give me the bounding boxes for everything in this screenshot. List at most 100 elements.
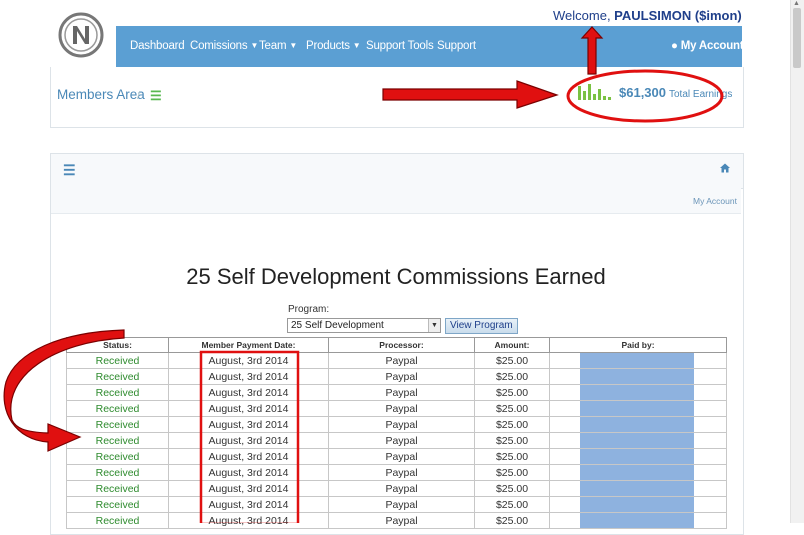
- welcome-text: Welcome, PAULSIMON ($imon): [553, 8, 742, 23]
- column-header: Amount:: [474, 337, 550, 353]
- paid-by-cell: [549, 416, 727, 433]
- caret-down-icon: ▼: [289, 41, 298, 50]
- paid-by-cell: [549, 496, 727, 513]
- status-cell: Received: [66, 400, 169, 417]
- welcome-username[interactable]: PAULSIMON ($imon): [614, 8, 742, 23]
- nav-label: My Account: [680, 40, 744, 52]
- paid-by-cell: [549, 512, 727, 529]
- payment-date-cell: August, 3rd 2014: [168, 400, 329, 417]
- table-row: Received August, 3rd 2014 Paypal $25.00: [66, 496, 727, 513]
- table-row: Received August, 3rd 2014 Paypal $25.00: [66, 368, 727, 385]
- amount-cell: $25.00: [474, 464, 550, 481]
- status-cell: Received: [66, 480, 169, 497]
- nav-label: Dashboard: [130, 40, 185, 52]
- table-row: Received August, 3rd 2014 Paypal $25.00: [66, 480, 727, 497]
- amount-cell: $25.00: [474, 496, 550, 513]
- sparkline-icon: [578, 82, 611, 100]
- nav-team[interactable]: Team ▼: [259, 40, 297, 52]
- paid-by-redacted: [580, 481, 694, 496]
- paid-by-redacted: [580, 369, 694, 384]
- paid-by-redacted: [580, 401, 694, 416]
- list-icon[interactable]: ☰: [150, 88, 162, 104]
- nav-support[interactable]: Support: [437, 40, 476, 52]
- nav-label: Team: [259, 40, 287, 52]
- scrollbar-thumb[interactable]: [793, 8, 801, 68]
- amount-cell: $25.00: [474, 400, 550, 417]
- amount-cell: $25.00: [474, 384, 550, 401]
- table-row: Received August, 3rd 2014 Paypal $25.00: [66, 464, 727, 481]
- processor-cell: Paypal: [328, 496, 475, 513]
- nav-my-account[interactable]: ● My Account ▼: [671, 40, 754, 52]
- processor-cell: Paypal: [328, 480, 475, 497]
- nav-products[interactable]: Products ▼: [306, 40, 361, 52]
- program-selected-value: 25 Self Development: [291, 320, 384, 331]
- table-row: Received August, 3rd 2014 Paypal $25.00: [66, 416, 727, 433]
- scroll-up-icon[interactable]: ▲: [793, 0, 800, 7]
- nav-label: Products: [306, 40, 350, 52]
- processor-cell: Paypal: [328, 416, 475, 433]
- amount-cell: $25.00: [474, 416, 550, 433]
- table-row: Received August, 3rd 2014 Paypal $25.00: [66, 384, 727, 401]
- amount-cell: $25.00: [474, 352, 550, 369]
- status-cell: Received: [66, 432, 169, 449]
- payment-date-cell: August, 3rd 2014: [168, 352, 329, 369]
- paid-by-cell: [549, 480, 727, 497]
- payment-date-cell: August, 3rd 2014: [168, 480, 329, 497]
- paid-by-redacted: [580, 417, 694, 432]
- site-logo[interactable]: [57, 6, 105, 64]
- nav-comissions[interactable]: Comissions ▼: [190, 40, 258, 52]
- amount-cell: $25.00: [474, 368, 550, 385]
- payment-date-cell: August, 3rd 2014: [168, 512, 329, 529]
- amount-cell: $25.00: [474, 448, 550, 465]
- column-header: Paid by:: [549, 337, 727, 353]
- main-navbar: Dashboard Comissions ▼ Team ▼ Products ▼ Su…: [116, 26, 754, 69]
- caret-down-icon: ▼: [746, 41, 755, 50]
- earnings-label: Total Earnings: [669, 89, 733, 100]
- page-title: 25 Self Development Commissions Earned: [186, 264, 606, 289]
- table-row: Received August, 3rd 2014 Paypal $25.00: [66, 448, 727, 465]
- processor-cell: Paypal: [328, 384, 475, 401]
- table-row: Received August, 3rd 2014 Paypal $25.00: [66, 432, 727, 449]
- table-row: Received August, 3rd 2014 Paypal $25.00: [66, 352, 727, 369]
- column-header: Status:: [66, 337, 169, 353]
- my-account-link[interactable]: My Account: [693, 196, 737, 206]
- page-scrollbar[interactable]: [790, 0, 804, 523]
- user-icon: ●: [671, 40, 678, 52]
- processor-cell: Paypal: [328, 448, 475, 465]
- status-cell: Received: [66, 464, 169, 481]
- processor-cell: Paypal: [328, 352, 475, 369]
- payment-date-cell: August, 3rd 2014: [168, 432, 329, 449]
- paid-by-cell: [549, 384, 727, 401]
- status-cell: Received: [66, 496, 169, 513]
- program-select[interactable]: 25 Self Development ▼: [287, 318, 441, 333]
- paid-by-redacted: [580, 353, 694, 368]
- payment-date-cell: August, 3rd 2014: [168, 448, 329, 465]
- paid-by-redacted: [580, 385, 694, 400]
- home-icon[interactable]: [720, 163, 730, 173]
- breadcrumb[interactable]: Members Area: [57, 87, 145, 102]
- paid-by-cell: [549, 352, 727, 369]
- nav-dashboard[interactable]: Dashboard: [130, 40, 185, 52]
- caret-down-icon: ▼: [250, 41, 259, 50]
- view-program-button[interactable]: View Program: [445, 318, 518, 334]
- status-cell: Received: [66, 384, 169, 401]
- processor-cell: Paypal: [328, 432, 475, 449]
- paid-by-cell: [549, 464, 727, 481]
- paid-by-redacted: [580, 449, 694, 464]
- total-earnings: $61,300 Total Earnings: [578, 82, 732, 100]
- caret-down-icon: ▼: [352, 41, 361, 50]
- nav-support-tools[interactable]: Support Tools: [366, 40, 434, 52]
- panel-subbar: [51, 188, 741, 214]
- paid-by-cell: [549, 448, 727, 465]
- n-circle-logo-icon: [58, 12, 104, 58]
- panel-header: [50, 153, 744, 189]
- nav-label: Support Tools: [366, 40, 434, 52]
- processor-cell: Paypal: [328, 464, 475, 481]
- paid-by-redacted: [580, 465, 694, 480]
- amount-cell: $25.00: [474, 480, 550, 497]
- panel-list-icon[interactable]: ☰: [63, 162, 76, 179]
- welcome-prefix: Welcome,: [553, 8, 615, 23]
- earnings-amount: $61,300: [619, 85, 666, 100]
- paid-by-cell: [549, 432, 727, 449]
- processor-cell: Paypal: [328, 368, 475, 385]
